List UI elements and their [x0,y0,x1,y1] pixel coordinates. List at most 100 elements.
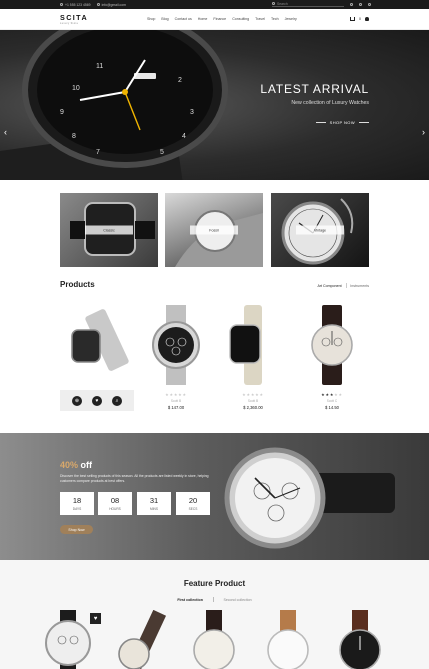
slider-next-icon[interactable]: › [422,127,425,137]
product-image [229,305,262,385]
countdown-days: 18 DAYS [60,492,94,515]
logo-tagline: Luxury Store [60,21,79,25]
feature-product-image [339,610,381,669]
slider-prev-icon[interactable]: ‹ [4,127,7,137]
email-text: info@gmail.com [101,2,126,7]
deal-off: off [78,460,93,470]
nav-item-tech[interactable]: Tech [271,17,279,21]
site-header: SCITA Luxury Store Shop Blog Contact us … [0,9,429,30]
search-input[interactable]: Search [272,1,344,7]
product-info: ★★★★★ Scott B $ 2,360.00 [216,392,290,410]
phone-icon [60,3,63,6]
button-line-left [315,122,326,123]
email-contact[interactable]: info@gmail.com [96,2,126,7]
countdown-hours: 08 HOURS [98,492,132,515]
category-tile-classic[interactable]: Classic [60,193,158,267]
countdown-value: 18 [72,496,82,505]
product-card[interactable] [60,300,134,390]
mail-icon [96,3,100,6]
nav-item-shop[interactable]: Shop [147,17,155,21]
svg-text:3: 3 [190,109,194,116]
deal-percent: 40% [60,460,79,470]
instagram-icon[interactable] [368,2,371,6]
hero-copy: LATEST ARRIVAL New collection of Luxury … [260,82,369,106]
button-line-right [359,122,369,123]
feature-product-image [118,610,167,669]
feature-product-image [193,610,235,669]
search-icon[interactable]: ⌕ [112,395,122,406]
countdown-secs: 20 SECS [176,492,210,515]
product-price: $ 2,360.00 [243,404,263,410]
tab-art-component[interactable]: Art Component [317,284,341,288]
category-label: Classic [85,225,133,235]
category-label: Vintage [296,225,344,235]
page: +1 555 123 4569 info@gmail.com Search SC… [0,0,429,669]
cart-icon[interactable] [350,16,356,21]
product-card[interactable] [295,300,369,390]
product-card[interactable] [139,300,213,390]
nav-item-consulting[interactable]: Consulting [232,17,249,21]
contact-info: +1 555 123 4569 info@gmail.com [60,3,126,7]
shop-now-button[interactable]: SHOP NOW [315,120,369,125]
phone-text: +1 555 123 4569 [65,2,91,7]
main-nav: Shop Blog Contact us Home Finance Consul… [147,17,297,21]
product-brand: Scott B [247,398,259,403]
svg-text:7: 7 [96,149,100,156]
product-info: ★★★★★ Scott C $ 14.50 [295,392,369,410]
product-image [311,305,353,385]
deal-banner: 40% off Discover the best selling produc… [0,433,429,560]
tab-second-collection[interactable]: Second collection [223,598,251,602]
nav-item-contact[interactable]: Contact us [175,17,192,21]
nav-item-jewelry[interactable]: Jewelry [285,17,297,21]
facebook-icon[interactable] [350,2,353,6]
hero-title: LATEST ARRIVAL [260,82,369,96]
countdown-unit: MINS [150,507,158,511]
svg-text:2: 2 [178,77,182,84]
search-placeholder: Search [277,1,288,6]
cart-count: 0 [359,16,361,21]
feature-product-image [267,610,309,669]
nav-item-home[interactable]: Home [198,17,208,21]
tab-divider [212,597,214,602]
product-info: ★★★★★ Scott B $ 147.00 [139,392,213,410]
topbar-right: Search [272,1,371,7]
top-bar: +1 555 123 4569 info@gmail.com Search [0,0,429,9]
category-tile-vintage[interactable]: Vintage [271,193,369,267]
product-brand: Scott B [170,398,182,403]
category-tile-fossil[interactable]: Fossil [165,193,263,267]
category-label: Fossil [190,225,238,235]
feature-product-image [45,610,91,669]
tab-first-collection[interactable]: First collection [177,598,203,602]
user-icon[interactable] [365,16,369,21]
rating-stars: ★★★★★ [321,392,343,397]
phone-contact[interactable]: +1 555 123 4569 [60,3,91,7]
deal-shop-now-button[interactable]: Shop Now [60,525,93,534]
countdown-mins: 31 MINS [137,492,171,515]
nav-item-finance[interactable]: Finance [213,17,226,21]
tab-divider [345,283,347,288]
search-icon[interactable] [272,2,275,6]
twitter-icon[interactable] [359,2,362,6]
svg-text:4: 4 [182,133,186,140]
svg-text:9: 9 [60,109,64,116]
countdown-value: 08 [110,496,120,505]
svg-text:8: 8 [72,133,76,140]
countdown-unit: SECS [188,507,198,511]
nav-item-blog[interactable]: Blog [161,17,168,21]
nav-item-travel[interactable]: Travel [255,17,265,21]
product-image [152,305,200,385]
deal-title: 40% off [60,460,92,470]
header-icons: 0 [350,16,369,21]
countdown-unit: HOURS [109,507,121,511]
svg-text:11: 11 [96,63,103,70]
heart-icon[interactable]: ♥ [92,395,102,406]
product-card[interactable] [216,300,290,390]
shop-now-label: SHOP NOW [329,120,355,125]
products-tabs: Art Component Instruments [317,283,369,288]
countdown-value: 20 [188,496,198,505]
product-actions: ⊕ ♥ ⌕ [60,390,134,411]
product-price: $ 14.50 [325,404,339,410]
products-title: Products [60,280,95,289]
cart-icon[interactable]: ⊕ [72,395,82,406]
tab-instruments[interactable]: Instruments [350,284,369,288]
